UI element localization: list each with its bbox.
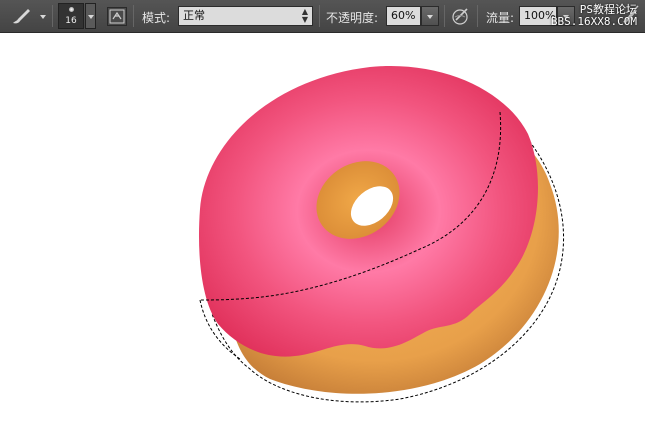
- brush-tip-dot: [69, 7, 74, 12]
- tablet-pressure-opacity-icon: [452, 8, 468, 25]
- brush-size-picker[interactable]: 16: [58, 3, 96, 29]
- blend-mode-select[interactable]: 正常 ▲ ▼: [178, 6, 313, 26]
- blend-mode-value: 正常: [183, 9, 205, 22]
- chevron-down-icon: [427, 15, 433, 19]
- brush-size-value: 16: [65, 16, 77, 26]
- brush-panel-toggle-button[interactable]: [107, 7, 127, 26]
- mode-label: 模式:: [142, 11, 171, 25]
- divider: [319, 5, 320, 27]
- divider: [444, 5, 445, 27]
- up-down-arrows-icon: ▲ ▼: [301, 7, 308, 24]
- donut-illustration: [198, 65, 565, 403]
- chevron-down-icon: [88, 15, 94, 19]
- pressure-opacity-button[interactable]: [450, 5, 472, 27]
- watermark-line-2: BBS.16XX8.COM: [550, 15, 637, 28]
- options-bar: 16 模式: 正常 ▲ ▼ 不透明度: 60% 流量: 100% PS教程论坛 …: [0, 0, 645, 33]
- opacity-label: 不透明度:: [326, 11, 379, 25]
- flow-label: 流量:: [486, 11, 515, 25]
- document-canvas[interactable]: [0, 34, 645, 427]
- opacity-input[interactable]: 60%: [386, 6, 421, 26]
- opacity-slider-button[interactable]: [421, 6, 439, 26]
- brush-panel-toggle-icon: [109, 9, 125, 24]
- brush-tip-preview: 16: [58, 3, 84, 29]
- chevron-down-icon: [40, 15, 46, 19]
- brush-icon: [13, 9, 30, 24]
- divider: [133, 5, 134, 27]
- tool-preset-picker[interactable]: [6, 4, 48, 28]
- brush-size-dropdown[interactable]: [85, 3, 96, 29]
- divider: [477, 5, 478, 27]
- divider: [52, 5, 53, 27]
